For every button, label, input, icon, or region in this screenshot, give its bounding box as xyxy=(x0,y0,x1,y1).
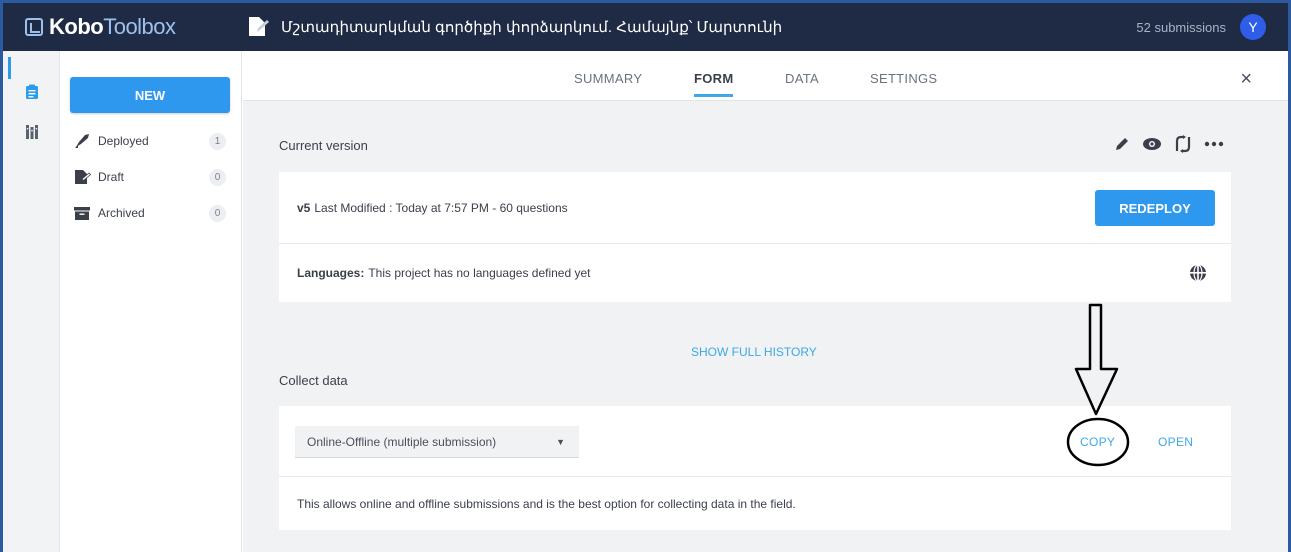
redeploy-button[interactable]: REDEPLOY xyxy=(1095,190,1215,226)
project-title[interactable]: Մշտադիտարկման գործիքի փորձարկում. Համայն… xyxy=(281,18,1136,36)
kobo-logo-icon xyxy=(25,18,43,36)
open-link-button[interactable]: OPEN xyxy=(1158,435,1193,449)
more-icon[interactable] xyxy=(1204,141,1224,147)
show-full-history-link[interactable]: SHOW FULL HISTORY xyxy=(691,345,817,359)
count-badge: 0 xyxy=(209,168,226,186)
current-version-card: v5 Last Modified : Today at 7:57 PM - 60… xyxy=(279,172,1231,302)
rail-projects[interactable] xyxy=(3,77,60,107)
rocket-icon xyxy=(72,131,92,151)
logo-text-light: Toolbox xyxy=(103,14,176,39)
draft-form-icon xyxy=(72,167,92,187)
collect-description-row: This allows online and offline submissio… xyxy=(279,477,1231,530)
kobotoolbox-logo[interactable]: Kobo Toolbox xyxy=(3,3,243,51)
count-badge: 0 xyxy=(209,204,226,222)
eye-icon[interactable] xyxy=(1142,137,1162,151)
tab-settings[interactable]: SETTINGS xyxy=(870,71,937,94)
caret-down-icon: ▼ xyxy=(556,437,565,447)
rail-library[interactable] xyxy=(3,117,60,147)
globe-icon[interactable] xyxy=(1189,264,1207,282)
rail-active-indicator xyxy=(8,57,11,79)
last-modified-text: Last Modified : Today at 7:57 PM - 60 qu… xyxy=(314,200,568,215)
form-actions xyxy=(1114,135,1224,153)
form-deployed-icon xyxy=(249,17,269,36)
languages-label: Languages: xyxy=(297,266,365,280)
new-project-button[interactable]: NEW xyxy=(70,77,230,113)
close-icon[interactable]: × xyxy=(1240,69,1252,89)
collect-data-card: Online-Offline (multiple submission) ▼ C… xyxy=(279,406,1231,530)
tab-summary[interactable]: SUMMARY xyxy=(574,71,642,94)
user-avatar[interactable]: Y xyxy=(1240,14,1266,40)
collect-method-select[interactable]: Online-Offline (multiple submission) ▼ xyxy=(295,426,579,458)
sidebar-item-archived[interactable]: Archived 0 xyxy=(72,201,232,225)
tab-data[interactable]: DATA xyxy=(785,71,819,94)
tab-form[interactable]: FORM xyxy=(694,71,734,97)
languages-row: Languages: This project has no languages… xyxy=(279,244,1231,302)
collect-method-row: Online-Offline (multiple submission) ▼ C… xyxy=(279,406,1231,477)
languages-text: This project has no languages defined ye… xyxy=(368,266,591,280)
sidebar-item-deployed[interactable]: Deployed 1 xyxy=(72,129,232,153)
sidebar-item-draft[interactable]: Draft 0 xyxy=(72,165,232,189)
current-version-heading: Current version xyxy=(279,138,368,153)
sidebar-item-label: Draft xyxy=(98,170,125,184)
main-content: SUMMARY FORM DATA SETTINGS × Current ver… xyxy=(243,51,1288,552)
pencil-icon[interactable] xyxy=(1114,136,1130,152)
archive-box-icon xyxy=(72,203,92,223)
collect-description: This allows online and offline submissio… xyxy=(297,496,796,511)
collect-data-heading: Collect data xyxy=(279,373,348,388)
project-tabs: SUMMARY FORM DATA SETTINGS × xyxy=(243,51,1288,101)
sidebar: NEW Deployed 1 Draft 0 Archived 0 xyxy=(60,51,242,552)
version-row: v5 Last Modified : Today at 7:57 PM - 60… xyxy=(279,172,1231,244)
icon-rail xyxy=(3,51,60,552)
count-badge: 1 xyxy=(209,132,226,150)
copy-link-button[interactable]: COPY xyxy=(1080,435,1115,449)
version-number: v5 xyxy=(297,200,311,215)
submissions-count: 52 submissions xyxy=(1136,19,1226,35)
logo-text-bold: Kobo xyxy=(49,14,104,39)
selected-option: Online-Offline (multiple submission) xyxy=(307,434,497,449)
clipboard-icon xyxy=(26,84,38,99)
library-icon xyxy=(26,125,38,139)
top-bar: Kobo Toolbox Մշտադիտարկման գործիքի փորձար… xyxy=(3,3,1288,51)
replace-icon[interactable] xyxy=(1174,135,1192,153)
sidebar-item-label: Archived xyxy=(98,206,145,220)
sidebar-item-label: Deployed xyxy=(98,134,149,148)
